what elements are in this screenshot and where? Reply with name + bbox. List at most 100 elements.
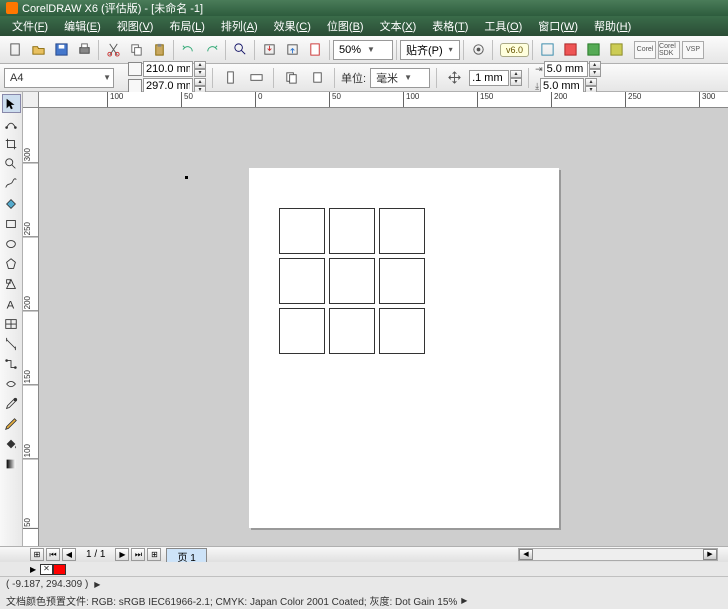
launcher-1-button[interactable]	[536, 39, 558, 61]
horizontal-scrollbar[interactable]: ◀ ▶	[518, 548, 718, 561]
menu-file[interactable]: 文件(F)	[4, 16, 56, 36]
zoom-tool[interactable]	[2, 154, 21, 173]
add-page-after-button[interactable]: ⊞	[147, 548, 161, 561]
rectangle-grid[interactable]	[279, 208, 425, 354]
menu-help[interactable]: 帮助(H)	[586, 16, 639, 36]
next-page-button[interactable]: ▶	[115, 548, 129, 561]
no-color-swatch[interactable]	[40, 564, 53, 575]
last-page-button[interactable]: ⏭	[131, 548, 145, 561]
rect-6[interactable]	[379, 258, 425, 304]
width-icon	[128, 62, 142, 76]
color-swatch-red[interactable]	[53, 564, 66, 575]
palette-left-arrow[interactable]: ▶	[30, 565, 36, 574]
table-tool[interactable]	[2, 314, 21, 333]
menu-edit[interactable]: 编辑(E)	[56, 16, 109, 36]
menu-bitmap[interactable]: 位图(B)	[319, 16, 372, 36]
current-page-button[interactable]	[306, 67, 328, 89]
launcher-3-button[interactable]	[582, 39, 604, 61]
dup-x-input[interactable]: ⇥▴▾	[535, 61, 601, 77]
page-width-input[interactable]: ▴▾	[128, 61, 206, 77]
page	[249, 168, 559, 528]
menu-window[interactable]: 窗口(W)	[530, 16, 586, 36]
text-tool[interactable]: A	[2, 294, 21, 313]
status-bar-coords: ( -9.187, 294.309 ) ▶	[0, 576, 728, 592]
dup-y-icon: ⤓	[535, 81, 539, 92]
rect-9[interactable]	[379, 308, 425, 354]
options-button[interactable]	[467, 39, 489, 61]
redo-button[interactable]	[200, 39, 222, 61]
rect-5[interactable]	[329, 258, 375, 304]
sdk-badge-3[interactable]: VSP	[682, 41, 704, 59]
open-button[interactable]	[27, 39, 49, 61]
basic-shapes-tool[interactable]	[2, 274, 21, 293]
ellipse-tool[interactable]	[2, 234, 21, 253]
property-bar: A4▼ ▴▾ ▴▾ 单位: 毫米▼ ▴▾ ⇥▴▾ ⤓▴▾	[0, 64, 728, 92]
rectangle-tool[interactable]	[2, 214, 21, 233]
eyedropper-tool[interactable]	[2, 394, 21, 413]
paper-size-combo[interactable]: A4▼	[4, 68, 114, 88]
ruler-origin[interactable]	[23, 92, 39, 108]
cut-button[interactable]	[102, 39, 124, 61]
smart-fill-tool[interactable]	[2, 194, 21, 213]
menu-effects[interactable]: 效果(C)	[266, 16, 319, 36]
vertical-ruler[interactable]: 300 250 200 150 100 50	[23, 108, 39, 546]
page-tab-1[interactable]: 页 1	[166, 548, 206, 562]
launcher-2-button[interactable]	[559, 39, 581, 61]
outline-tool[interactable]	[2, 414, 21, 433]
status-arrow-icon: ▶	[94, 580, 100, 589]
scroll-right-button[interactable]: ▶	[703, 549, 717, 560]
menu-arrange[interactable]: 排列(A)	[213, 16, 266, 36]
rect-7[interactable]	[279, 308, 325, 354]
fill-tool[interactable]	[2, 434, 21, 453]
nudge-input[interactable]: ▴▾	[469, 70, 522, 86]
undo-button[interactable]	[177, 39, 199, 61]
rect-2[interactable]	[329, 208, 375, 254]
paste-button[interactable]	[148, 39, 170, 61]
menu-tools[interactable]: 工具(O)	[476, 16, 530, 36]
launcher-4-button[interactable]	[605, 39, 627, 61]
horizontal-ruler[interactable]: 100 50 0 50 100 150 200 250 300	[39, 92, 728, 108]
shape-tool[interactable]	[2, 114, 21, 133]
height-icon	[128, 79, 142, 93]
prev-page-button[interactable]: ◀	[62, 548, 76, 561]
save-button[interactable]	[50, 39, 72, 61]
menu-table[interactable]: 表格(T)	[424, 16, 476, 36]
interactive-fill-tool[interactable]	[2, 454, 21, 473]
connector-tool[interactable]	[2, 354, 21, 373]
print-button[interactable]	[73, 39, 95, 61]
add-page-button[interactable]: ⊞	[30, 548, 44, 561]
all-pages-button[interactable]	[280, 67, 302, 89]
publish-pdf-button[interactable]	[304, 39, 326, 61]
sdk-badge-1[interactable]: Corel	[634, 41, 656, 59]
zoom-combo[interactable]: 50%▼	[333, 40, 393, 60]
first-page-button[interactable]: ⏮	[46, 548, 60, 561]
new-button[interactable]	[4, 39, 26, 61]
interactive-tool[interactable]	[2, 374, 21, 393]
search-button[interactable]	[229, 39, 251, 61]
units-combo[interactable]: 毫米▼	[370, 68, 430, 88]
status-arrow-icon-2: ▶	[461, 596, 467, 605]
crop-tool[interactable]	[2, 134, 21, 153]
canvas[interactable]	[39, 108, 728, 546]
polygon-tool[interactable]	[2, 254, 21, 273]
snap-combo[interactable]: 贴齐(P)▾	[400, 40, 460, 60]
scroll-left-button[interactable]: ◀	[519, 549, 533, 560]
pick-tool[interactable]	[2, 94, 21, 113]
portrait-button[interactable]	[219, 67, 241, 89]
export-button[interactable]	[281, 39, 303, 61]
color-palette: ▶	[0, 562, 728, 576]
rect-4[interactable]	[279, 258, 325, 304]
import-button[interactable]	[258, 39, 280, 61]
rect-8[interactable]	[329, 308, 375, 354]
menu-view[interactable]: 视图(V)	[109, 16, 162, 36]
copy-button[interactable]	[125, 39, 147, 61]
rect-3[interactable]	[379, 208, 425, 254]
menu-layout[interactable]: 布局(L)	[161, 16, 212, 36]
sdk-badge-2[interactable]: Corel SDK	[658, 41, 680, 59]
menu-text[interactable]: 文本(X)	[372, 16, 425, 36]
dimension-tool[interactable]	[2, 334, 21, 353]
landscape-button[interactable]	[245, 67, 267, 89]
rect-1[interactable]	[279, 208, 325, 254]
toolbox: A	[0, 92, 23, 546]
freehand-tool[interactable]	[2, 174, 21, 193]
